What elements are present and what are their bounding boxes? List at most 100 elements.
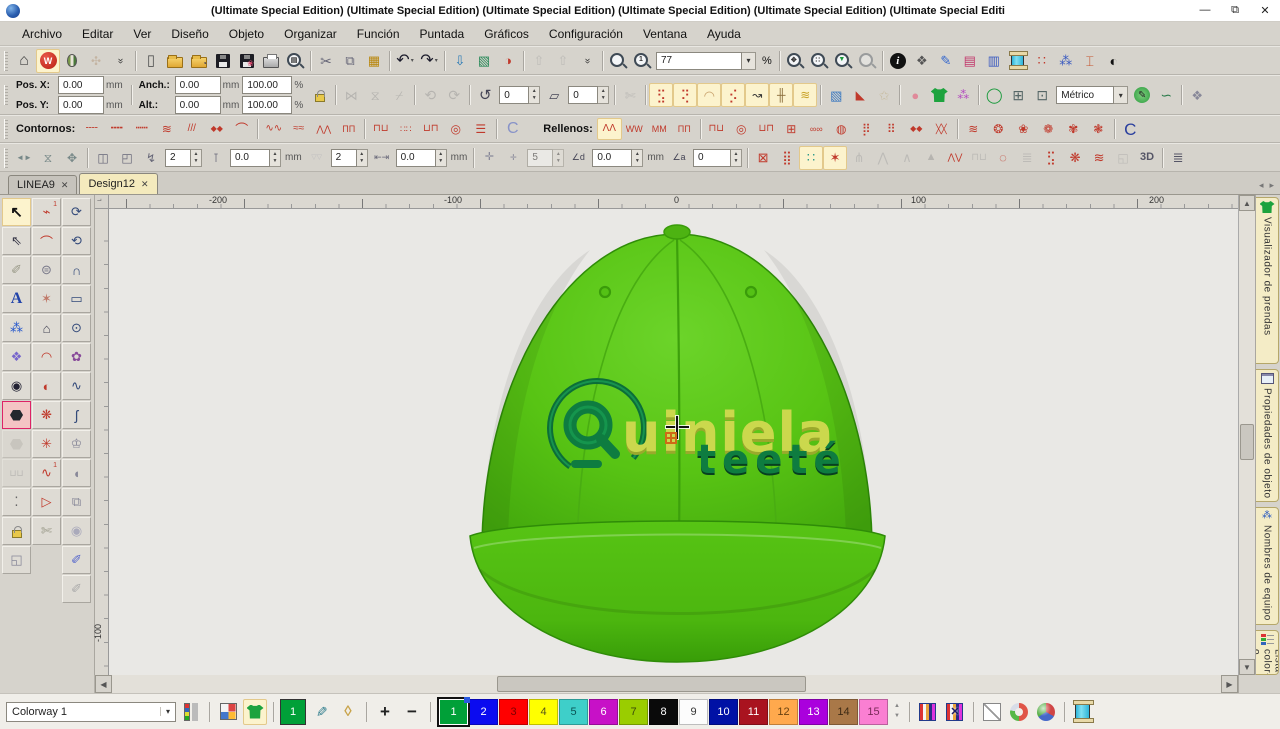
- vertical-scrollbar[interactable]: ▲ ▼: [1238, 195, 1255, 675]
- fill-waves-icon[interactable]: ≋: [961, 118, 986, 140]
- overlap-shapes-tool[interactable]: ⧉: [62, 488, 91, 516]
- new-design-icon[interactable]: ▯: [139, 49, 163, 73]
- thread-colors-icon[interactable]: ▥: [982, 49, 1006, 73]
- open-curve-tool[interactable]: ∩: [62, 256, 91, 284]
- scroll-right-icon[interactable]: ▶: [1221, 675, 1238, 693]
- repeat-count-field[interactable]: 2: [331, 149, 357, 167]
- feather-left-icon[interactable]: ⋀: [871, 146, 895, 170]
- product-visualizer-button[interactable]: [243, 699, 267, 725]
- florentine-icon[interactable]: ≋: [1087, 146, 1111, 170]
- horizontal-scroll-thumb[interactable]: [497, 676, 806, 692]
- outline-motif-dots-icon[interactable]: ◆◆: [204, 118, 229, 140]
- palette-color-9[interactable]: 9: [679, 699, 708, 725]
- lock-stitches-tool[interactable]: [2, 517, 31, 545]
- fill-ornament2-icon[interactable]: ❁: [1036, 118, 1061, 140]
- smooth-curve-icon[interactable]: ∽: [1154, 83, 1178, 107]
- angle-field-spinner[interactable]: ▲▼: [731, 149, 742, 167]
- menu-puntada[interactable]: Puntada: [410, 24, 475, 44]
- palette-color-12[interactable]: 12: [769, 699, 798, 725]
- menu-configuracion[interactable]: Configuración: [539, 24, 633, 44]
- height-pct-field[interactable]: 100.00: [242, 96, 292, 114]
- scroll-up-icon[interactable]: ▲: [1239, 195, 1255, 211]
- backdrop-icon[interactable]: ▧: [824, 83, 848, 107]
- palette-color-11[interactable]: 11: [739, 699, 768, 725]
- motif-fish-icon[interactable]: ≋: [793, 83, 817, 107]
- fill-ornament3-icon[interactable]: ✾: [1061, 118, 1086, 140]
- minimize-button[interactable]: —: [1190, 4, 1220, 17]
- zoom-level-combo-arrow[interactable]: ▾: [742, 52, 756, 70]
- mirror-row-icon[interactable]: ◫: [91, 146, 115, 170]
- stitch-lines-icon[interactable]: ≣: [1166, 146, 1190, 170]
- needle-gray-tool[interactable]: ✐: [62, 575, 91, 603]
- output-garment-icon[interactable]: ⇧: [551, 49, 575, 73]
- wreath-points-field-spinner[interactable]: ▲▼: [191, 149, 202, 167]
- grid-ruler-icon[interactable]: ⊡: [1030, 83, 1054, 107]
- thread-spool-button[interactable]: [1071, 699, 1095, 725]
- redo-icon[interactable]: ↷▾: [417, 49, 441, 73]
- run-stitch-icon[interactable]: ⣫: [649, 83, 673, 107]
- fill-m-icon[interactable]: MM: [647, 118, 672, 140]
- contour-lines-icon[interactable]: ≣: [1015, 146, 1039, 170]
- branch-cut-icon[interactable]: ✄: [618, 83, 642, 107]
- panel-tab-object-properties[interactable]: Propiedades de objeto: [1256, 369, 1279, 503]
- outline-arc-icon[interactable]: ⌒: [229, 118, 254, 140]
- palette-color-4[interactable]: 4: [529, 699, 558, 725]
- repeat-icon[interactable]: ▽▽: [305, 146, 329, 170]
- tab-linea9-close-icon[interactable]: ✕: [61, 180, 69, 191]
- digitize-run-tool[interactable]: ⌁1: [32, 198, 61, 226]
- menu-organizar[interactable]: Organizar: [274, 24, 347, 44]
- horizontal-scrollbar[interactable]: ◀ ▶: [95, 675, 1238, 693]
- palette-spinner[interactable]: ▲▼: [891, 702, 903, 721]
- rotate-ccw-45-icon[interactable]: ⟲: [418, 83, 442, 107]
- panel-tab-team-names[interactable]: ⁂ Nombres de equipo: [1256, 507, 1279, 625]
- pos-x-field[interactable]: 0.00: [58, 76, 104, 94]
- digitize-line-tool[interactable]: ∿1: [32, 459, 61, 487]
- needle-points-icon[interactable]: ╫: [769, 83, 793, 107]
- outline-coil-icon[interactable]: ◎: [443, 118, 468, 140]
- target-hex-tool[interactable]: [2, 401, 31, 429]
- menu-archivo[interactable]: Archivo: [12, 24, 72, 44]
- contrast-icon[interactable]: ◐: [1102, 49, 1126, 73]
- outline-run-icon[interactable]: ╌╌: [79, 118, 104, 140]
- menu-ayuda[interactable]: Ayuda: [697, 24, 751, 44]
- hexagon-gray-tool[interactable]: [2, 430, 31, 458]
- outline-wave2-icon[interactable]: ≈≈: [286, 118, 311, 140]
- team-names-icon[interactable]: ⁂: [1054, 49, 1078, 73]
- scroll-left-icon[interactable]: ◀: [95, 675, 112, 693]
- zoom-previous-icon[interactable]: [855, 49, 879, 73]
- freehand-open-tool[interactable]: ʃ: [62, 401, 91, 429]
- menu-ver[interactable]: Ver: [123, 24, 161, 44]
- menu-editar[interactable]: Editar: [72, 24, 123, 44]
- swirl-tool[interactable]: ◉: [62, 517, 91, 545]
- graphics-mode-icon[interactable]: [60, 49, 84, 73]
- add-color-button[interactable]: +: [373, 699, 397, 725]
- measurement-combo-arrow[interactable]: ▾: [1114, 86, 1128, 104]
- leaf-outline-icon[interactable]: ◠: [697, 83, 721, 107]
- print-preview-icon[interactable]: ▤: [283, 49, 307, 73]
- penetration-tool[interactable]: ⁚: [2, 488, 31, 516]
- closed-curve-icon[interactable]: Ϲ: [500, 118, 525, 140]
- toolbar-overflow-icon[interactable]: »: [108, 49, 132, 73]
- grid-icon[interactable]: ⊞: [1006, 83, 1030, 107]
- outline-run2-icon[interactable]: ╍╍: [104, 118, 129, 140]
- stagger-icon[interactable]: ✛: [477, 146, 501, 170]
- distance-icon[interactable]: ∠d: [566, 146, 590, 170]
- ellipse-3d-tool[interactable]: ⊜: [32, 256, 61, 284]
- palette-color-7[interactable]: 7: [619, 699, 648, 725]
- fill-grid-icon[interactable]: ⊞: [779, 118, 804, 140]
- palette-color-8[interactable]: 8: [649, 699, 678, 725]
- cut-icon[interactable]: ✂: [314, 49, 338, 73]
- zoom-to-selection-icon[interactable]: ∷: [807, 49, 831, 73]
- cycle-colors-button[interactable]: [1007, 699, 1031, 725]
- star-burst-icon[interactable]: ✶: [823, 146, 847, 170]
- stumpwork-tool[interactable]: ✄: [32, 517, 61, 545]
- offset-field-spinner[interactable]: ▲▼: [270, 149, 281, 167]
- tab-design12-close-icon[interactable]: ✕: [141, 179, 149, 190]
- repeat-count-field-spinner[interactable]: ▲▼: [357, 149, 368, 167]
- palette-color-6[interactable]: 6: [589, 699, 618, 725]
- center-both-icon[interactable]: ✥: [60, 146, 84, 170]
- mirror-kaleidoscope-icon[interactable]: ◰: [115, 146, 139, 170]
- outline-square-wave-icon[interactable]: ⊓⊔: [368, 118, 393, 140]
- panel-tab-color-list[interactable]: Lista color-o: [1256, 630, 1279, 675]
- spacing-field-spinner[interactable]: ▲▼: [436, 149, 447, 167]
